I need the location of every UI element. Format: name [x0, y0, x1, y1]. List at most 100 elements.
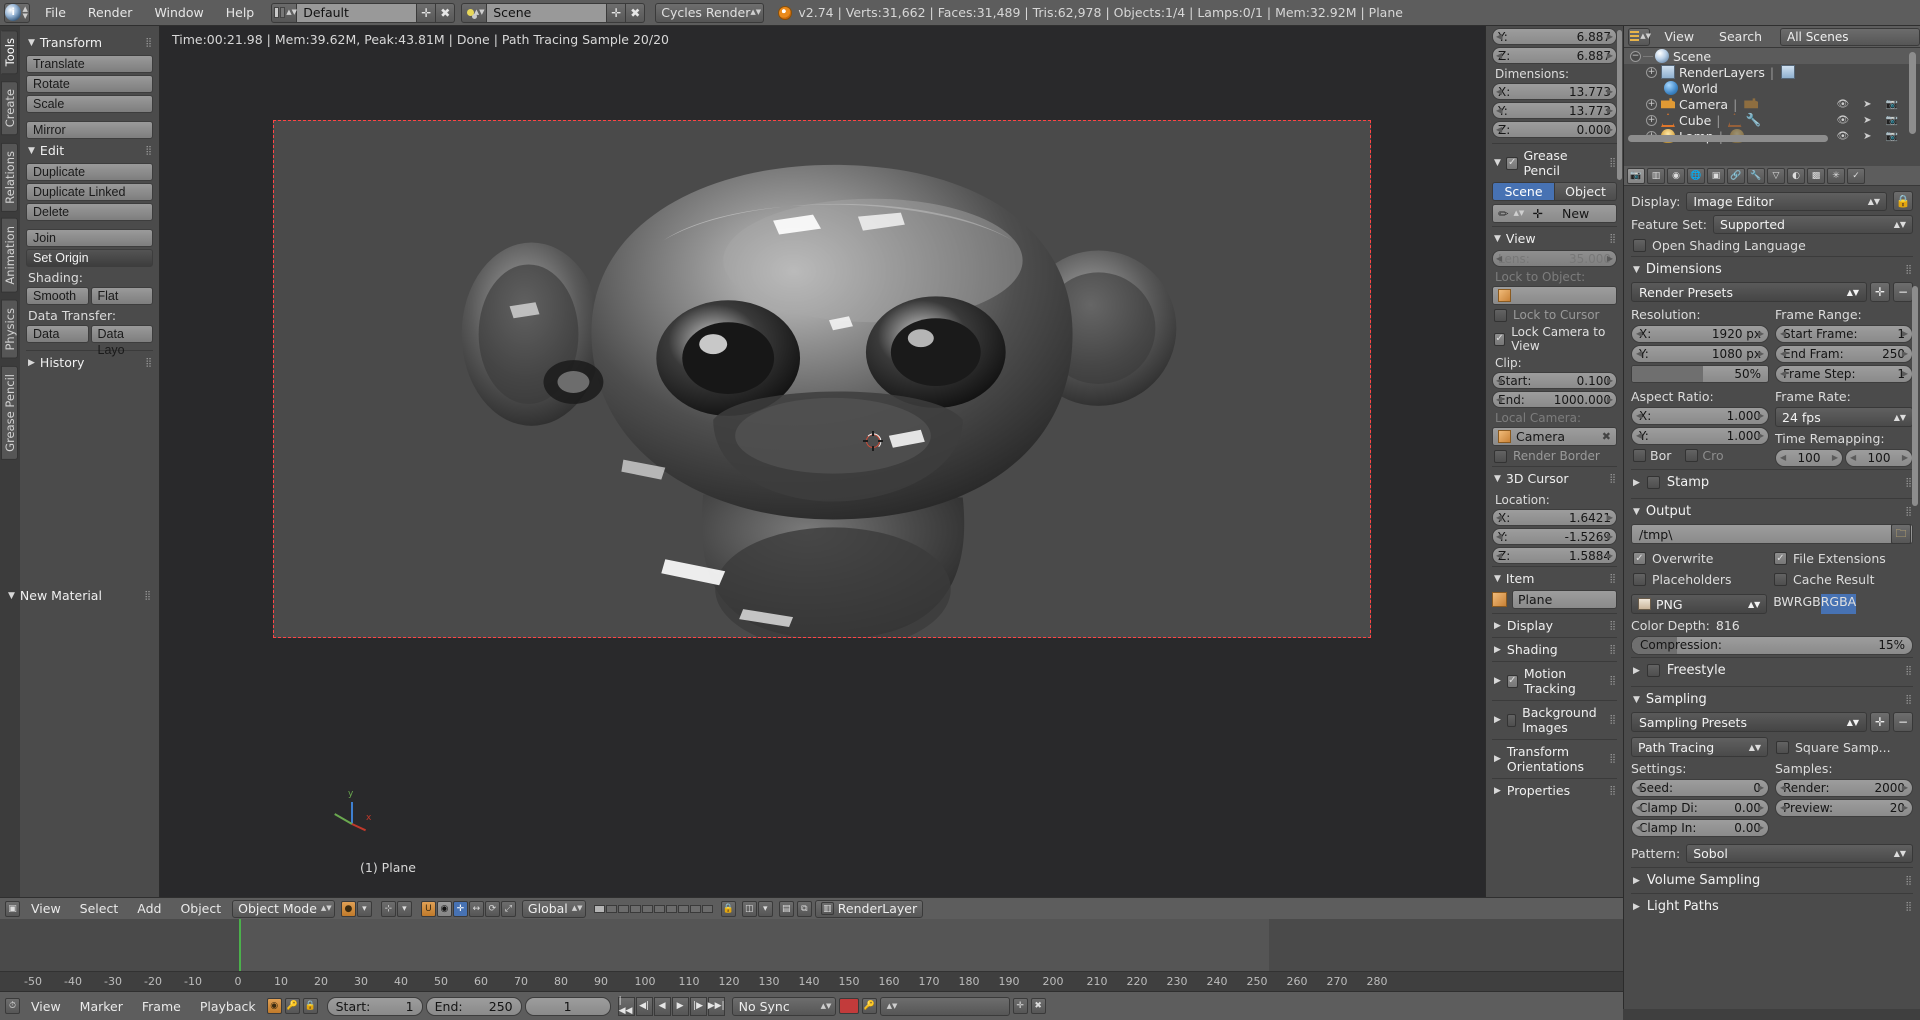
increment-arrow-icon[interactable]: ▶ [1607, 51, 1613, 60]
render-border-checkbox[interactable] [1494, 449, 1507, 463]
timeline-menu-playback[interactable]: Playback [192, 999, 264, 1014]
gp-scene-tab[interactable]: Scene [1492, 182, 1555, 201]
dimensions-z-field[interactable]: ◀ Z: 0.000 ▶ [1492, 121, 1617, 138]
color-mode-rgba[interactable]: RGBA [1820, 594, 1857, 614]
item-object-name-field[interactable]: Plane [1512, 590, 1617, 609]
cursor-y-field[interactable]: ◀ Y: -1.5269 ▶ [1492, 528, 1617, 545]
layer-2[interactable] [605, 904, 617, 913]
renderable-camera-icon[interactable]: 📷 [1886, 115, 1898, 126]
motion-tracking-checkbox[interactable]: ✓ [1506, 674, 1518, 688]
clip-start-field[interactable]: ◀ Start: 0.100 ▶ [1492, 372, 1617, 389]
transform-panel-header[interactable]: ▼ Transform ⣿ [28, 35, 153, 50]
increment-arrow-icon[interactable]: ▶ [1607, 254, 1613, 263]
end-frame-field[interactable]: ◀ End Fram: 250 ▶ [1775, 345, 1913, 363]
decrement-arrow-icon[interactable]: ◀ [1636, 783, 1642, 792]
seed-field[interactable]: ◀ Seed: 0 ▶ [1631, 779, 1769, 797]
increment-arrow-icon[interactable]: ▶ [1902, 783, 1908, 792]
outliner-row-scene[interactable]: − Scene [1624, 48, 1920, 64]
view3d-menu-object[interactable]: Object [172, 901, 229, 916]
remove-preset-button[interactable]: − [1893, 282, 1913, 302]
decrement-arrow-icon[interactable]: ◀ [1496, 551, 1502, 560]
outliner-row-world[interactable]: World [1624, 80, 1920, 96]
keying-set-icon[interactable]: 🔑 [284, 998, 300, 1014]
time-remap-new-field[interactable]: ◀ 100 ▶ [1845, 449, 1913, 467]
delete-scene-button[interactable]: ✖ [626, 2, 646, 23]
proportional-edit-icon[interactable]: ◉ [436, 900, 452, 917]
color-mode-rgb[interactable]: RGB [1794, 594, 1821, 614]
increment-arrow-icon[interactable]: ▶ [1607, 532, 1613, 541]
increment-arrow-icon[interactable]: ▶ [1607, 551, 1613, 560]
volume-sampling-panel-header[interactable]: ▶ Volume Sampling ⣿ [1631, 867, 1913, 893]
resolution-x-field[interactable]: ◀ X: 1920 px ▶ [1631, 325, 1769, 343]
decrement-arrow-icon[interactable]: ◀ [1496, 106, 1502, 115]
decrement-arrow-icon[interactable]: ◀ [1780, 803, 1786, 812]
decrement-arrow-icon[interactable]: ◀ [1496, 125, 1502, 134]
layer-8[interactable] [677, 904, 689, 913]
timeline-menu-marker[interactable]: Marker [72, 999, 131, 1014]
interaction-mode-dropdown[interactable]: Object Mode ▲▼ [232, 899, 335, 918]
tab-scene[interactable]: ◉ [1667, 167, 1685, 184]
renderable-camera-icon[interactable]: 📷 [1886, 131, 1898, 142]
tab-physics[interactable]: Physics [1, 300, 18, 359]
pattern-dropdown[interactable]: Sobol ▲▼ [1686, 844, 1913, 863]
background-images-panel-header[interactable]: ▶ Background Images ⣿ [1492, 700, 1617, 739]
lock-layers-icon[interactable]: 🔒 [720, 900, 736, 917]
tab-modifiers[interactable]: 🔧 [1747, 167, 1765, 184]
background-images-checkbox[interactable] [1506, 713, 1517, 727]
selectable-cursor-icon[interactable]: ➤ [1863, 131, 1871, 142]
sampling-panel-header[interactable]: ▼ Sampling ⣿ [1631, 686, 1913, 712]
decrement-arrow-icon[interactable]: ◀ [1496, 51, 1502, 60]
layer-10[interactable] [701, 904, 713, 913]
visibility-eye-icon[interactable]: 👁 [1836, 115, 1849, 126]
copy-icon[interactable]: ⧉ [796, 900, 812, 917]
timeline-menu-view[interactable]: View [23, 999, 69, 1014]
outliner-row-camera[interactable]: + Camera | 👁 ➤ 📷 [1624, 96, 1920, 112]
selectable-cursor-icon[interactable]: ➤ [1863, 115, 1871, 126]
decrement-arrow-icon[interactable]: ◀ [1780, 329, 1786, 338]
cursor-z-field[interactable]: ◀ Z: 1.5884 ▶ [1492, 547, 1617, 564]
outliner-display-mode[interactable]: All Scenes [1780, 27, 1920, 46]
expand-icon[interactable]: + [1646, 66, 1657, 78]
shading-panel-header[interactable]: ▶ Shading ⣿ [1492, 637, 1617, 661]
grease-pencil-checkbox[interactable]: ✓ [1505, 156, 1519, 170]
shading-chevron-icon[interactable]: ▾ [356, 900, 372, 917]
increment-arrow-icon[interactable]: ▶ [1758, 411, 1764, 420]
menu-window[interactable]: Window [143, 3, 214, 22]
menu-render[interactable]: Render [77, 3, 144, 22]
integrator-dropdown[interactable]: Path Tracing ▲▼ [1631, 737, 1768, 757]
decrement-arrow-icon[interactable]: ◀ [1496, 32, 1502, 41]
camera-data-icon[interactable] [1744, 98, 1759, 109]
square-samples-checkbox[interactable] [1776, 740, 1789, 754]
decrement-arrow-icon[interactable]: ◀ [1636, 823, 1642, 832]
layer-7[interactable] [665, 904, 677, 913]
file-format-dropdown[interactable]: PNG ▲▼ [1631, 594, 1768, 614]
delete-button[interactable]: Delete [26, 203, 153, 221]
increment-arrow-icon[interactable]: ▶ [1607, 32, 1613, 41]
increment-arrow-icon[interactable]: ▶ [1902, 329, 1908, 338]
item-panel-header[interactable]: ▼ Item ⣿ [1492, 566, 1617, 590]
layer-4[interactable] [629, 904, 641, 913]
data-layout-transfer-button[interactable]: Data Layo [90, 325, 153, 357]
clamp-indirect-field[interactable]: ◀ Clamp In: 0.00 ▶ [1631, 819, 1769, 837]
shade-smooth-button[interactable]: Smooth [26, 287, 89, 305]
frame-step-field[interactable]: ◀ Frame Step: 1 ▶ [1775, 365, 1913, 383]
render-chevron-icon[interactable]: ▾ [757, 900, 773, 917]
increment-arrow-icon[interactable]: ▶ [1607, 125, 1613, 134]
3d-cursor-header[interactable]: ▼ 3D Cursor ⣿ [1492, 466, 1617, 490]
lock-camera-to-view-row[interactable]: ✓ Lock Camera to View [1494, 325, 1617, 353]
decrement-arrow-icon[interactable]: ◀ [1496, 87, 1502, 96]
dimensions-panel-header[interactable]: ▼ Dimensions ⣿ [1631, 256, 1913, 282]
editor-type-timeline-icon[interactable]: ⏱ [5, 998, 20, 1014]
expand-icon[interactable]: + [1646, 98, 1657, 110]
render-engine-selector[interactable]: Cycles Render ▲▼ [655, 2, 765, 23]
manipulator-rotate-icon[interactable]: ⟳ [484, 900, 500, 917]
increment-arrow-icon[interactable]: ▶ [1758, 329, 1764, 338]
jump-to-start-button[interactable]: |◀◀ [617, 996, 635, 1016]
tab-render-layers[interactable]: ▥ [1647, 167, 1665, 184]
transform-orientation-dropdown[interactable]: Global ▲▼ [521, 899, 586, 918]
lock-camera-to-view-checkbox[interactable]: ✓ [1494, 332, 1506, 346]
layer-3[interactable] [617, 904, 629, 913]
frame-rate-dropdown[interactable]: 24 fps ▲▼ [1775, 407, 1913, 427]
transform-y-field[interactable]: ◀ Y: 6.887 ▶ [1492, 28, 1617, 45]
crop-checkbox[interactable] [1685, 449, 1699, 462]
